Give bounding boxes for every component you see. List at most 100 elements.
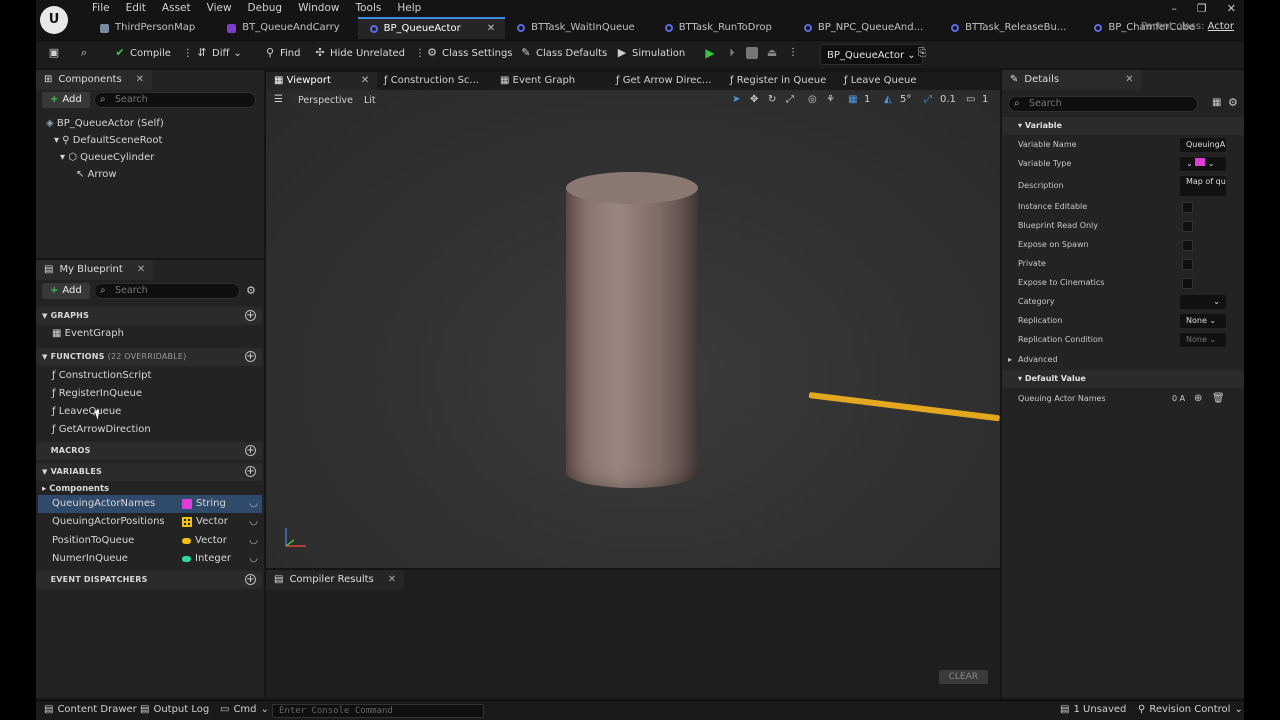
close-icon[interactable]: ✕: [388, 570, 396, 590]
play-button[interactable]: ▶: [704, 47, 716, 59]
tab-register-in-queue[interactable]: ƒ Register in Queue: [722, 72, 834, 90]
tab-leave-queue[interactable]: ƒ Leave Queue: [836, 72, 925, 90]
functions-section-header[interactable]: ▼ FUNCTIONS (22 OVERRIDABLE) +: [36, 348, 262, 366]
eye-icon[interactable]: ◡: [249, 513, 258, 531]
select-mode-icon[interactable]: ➤: [732, 94, 740, 105]
close-icon[interactable]: ✕: [361, 75, 369, 86]
description-field[interactable]: Map of que: [1180, 176, 1226, 196]
blueprint-read-only-checkbox[interactable]: [1182, 221, 1193, 232]
console-command-input[interactable]: Enter Console Command: [272, 704, 484, 718]
minimize-icon[interactable]: –: [1171, 2, 1177, 15]
tab-viewport[interactable]: ▦ Viewport ✕: [266, 72, 378, 90]
tab-compiler-results[interactable]: ▤ Compiler Results ✕: [266, 570, 405, 590]
translate-icon[interactable]: ✥: [750, 94, 758, 105]
diff-button[interactable]: ⇵ Diff ⌄: [196, 47, 241, 59]
clear-button[interactable]: CLEAR: [938, 670, 988, 684]
tree-item-queuecylinder[interactable]: ▾ ⬡ QueueCylinder: [60, 152, 154, 163]
tree-item-self[interactable]: ◈ BP_QueueActor (Self): [46, 118, 164, 129]
add-member-button[interactable]: + Add: [42, 283, 90, 299]
compile-button[interactable]: ✔ Compile ⋮: [114, 47, 193, 59]
tab-get-arrow-direction[interactable]: ƒ Get Arrow Direc...: [608, 72, 719, 90]
menu-view[interactable]: View: [199, 1, 240, 15]
arrow-component-mesh[interactable]: [808, 392, 1000, 422]
variable-numerinqueue[interactable]: NumerInQueue Integer ◡: [38, 550, 262, 568]
menu-asset[interactable]: Asset: [154, 1, 199, 15]
components-category[interactable]: ▸ Components: [42, 484, 109, 494]
doc-tab-thirdpersonmap[interactable]: ThirdPersonMap: [88, 17, 205, 39]
variable-positiontoqueue[interactable]: PositionToQueue Vector ◡: [38, 532, 262, 550]
menu-debug[interactable]: Debug: [240, 1, 291, 15]
camera-speed-icon[interactable]: ▭: [966, 94, 975, 105]
variables-section-header[interactable]: ▼ VARIABLES +: [36, 463, 262, 481]
rotate-icon[interactable]: ↻: [768, 94, 776, 105]
rotation-snap-icon[interactable]: ◭: [884, 94, 892, 105]
gear-icon[interactable]: ⚙: [246, 284, 256, 297]
save-button[interactable]: ▣: [48, 47, 60, 59]
list-item-leavequeue[interactable]: ƒ LeaveQueue: [52, 406, 121, 417]
maximize-icon[interactable]: ❐: [1197, 2, 1207, 15]
play-options-button[interactable]: ⋮: [788, 47, 798, 58]
more-options-icon[interactable]: ⋮: [183, 48, 193, 59]
doc-tab-bt-queueandcarry[interactable]: BT_QueueAndCarry: [215, 17, 349, 39]
unsaved-button[interactable]: ▤ 1 Unsaved: [1060, 704, 1126, 715]
advance-frame-button[interactable]: ⏵: [726, 47, 738, 59]
queue-cylinder-mesh[interactable]: [566, 172, 698, 488]
stop-button[interactable]: [746, 47, 758, 59]
close-icon[interactable]: ✕: [1227, 2, 1236, 15]
eye-icon[interactable]: ◡: [249, 550, 258, 568]
add-function-icon[interactable]: +: [245, 351, 256, 362]
macros-section-header[interactable]: ▼MACROS+: [36, 442, 262, 460]
rotation-snap-value[interactable]: 5°: [900, 94, 911, 105]
tree-item-arrow[interactable]: ↖ Arrow: [76, 169, 117, 180]
list-item-eventgraph[interactable]: ▦ EventGraph: [52, 328, 124, 339]
scale-icon[interactable]: ⤢: [786, 94, 794, 105]
cmd-dropdown[interactable]: ▭ Cmd ⌄: [220, 704, 269, 715]
doc-tab-bttask-waitinqueue[interactable]: BTTask_WaitInQueue: [505, 17, 645, 39]
list-item-registerinqueue[interactable]: ƒ RegisterInQueue: [52, 388, 142, 399]
graphs-section-header[interactable]: ▼ GRAPHS +: [36, 307, 262, 325]
tab-details[interactable]: ✎ Details ✕: [1002, 70, 1142, 90]
eye-icon[interactable]: ◡: [249, 495, 258, 513]
details-search-input[interactable]: ⌕ Search: [1008, 96, 1198, 112]
variable-queuingactorpositions[interactable]: QueuingActorPositions Vector ◡: [38, 513, 262, 531]
menu-tools[interactable]: Tools: [347, 1, 389, 15]
debug-object-dropdown[interactable]: BP_QueueActor ⌄: [820, 44, 923, 65]
scale-snap-icon[interactable]: ⤢: [924, 94, 932, 105]
grid-snap-icon[interactable]: ▦: [848, 94, 857, 105]
unreal-logo-icon[interactable]: U: [40, 6, 68, 34]
menu-edit[interactable]: Edit: [118, 1, 154, 15]
doc-tab-bp-queueactor[interactable]: BP_QueueActor ✕: [357, 17, 506, 39]
table-view-icon[interactable]: ▦: [1212, 97, 1221, 108]
add-event-dispatcher-icon[interactable]: +: [245, 574, 256, 585]
hide-unrelated-button[interactable]: ✣ Hide Unrelated ⋮: [314, 47, 425, 59]
output-log-button[interactable]: ▤ Output Log: [140, 704, 209, 715]
class-settings-button[interactable]: ⚙ Class Settings: [426, 47, 512, 59]
more-options-icon[interactable]: ⋮: [415, 48, 425, 59]
my-blueprint-search-input[interactable]: ⌕ Search: [94, 283, 240, 299]
variable-name-field[interactable]: QueuingA: [1180, 138, 1226, 152]
list-item-constructionscript[interactable]: ƒ ConstructionScript: [52, 370, 151, 381]
viewport-3d[interactable]: ☰ Perspective Lit ➤ ✥ ↻ ⤢ ◎ ⚘ ▦ 1 ◭ 5° ⤢…: [266, 90, 1000, 568]
variable-section-header[interactable]: ▾ Variable: [1002, 117, 1244, 135]
replication-dropdown[interactable]: None ⌄: [1180, 314, 1226, 328]
variable-type-dropdown[interactable]: ⌄ ⌄: [1180, 157, 1226, 171]
instance-editable-checkbox[interactable]: [1182, 202, 1193, 213]
category-dropdown[interactable]: ⌄: [1180, 295, 1226, 309]
close-icon[interactable]: ✕: [1125, 70, 1133, 90]
add-element-icon[interactable]: ⊕: [1194, 390, 1202, 408]
world-space-icon[interactable]: ◎: [808, 94, 817, 105]
doc-tab-bttask-releasebu[interactable]: BTTask_ReleaseBu...: [939, 17, 1076, 39]
close-icon[interactable]: ✕: [136, 70, 144, 90]
tree-item-defaultsceneroot[interactable]: ▾ ⚲ DefaultSceneRoot: [54, 135, 162, 146]
trash-icon[interactable]: 🗑: [1212, 390, 1225, 408]
parent-class-link[interactable]: Actor: [1208, 21, 1234, 32]
simulation-button[interactable]: ▶ Simulation: [616, 47, 686, 59]
gear-icon[interactable]: ⚙: [1228, 96, 1238, 109]
eye-icon[interactable]: ◡: [249, 532, 258, 550]
advanced-row[interactable]: ▸ Advanced: [1008, 351, 1238, 369]
default-value-section-header[interactable]: ▾ Default Value: [1002, 370, 1244, 388]
hamburger-menu-icon[interactable]: ☰: [274, 94, 283, 105]
replication-condition-dropdown[interactable]: None ⌄: [1180, 333, 1226, 347]
doc-tab-bp-npc-queueand[interactable]: BP_NPC_QueueAnd...: [792, 17, 933, 39]
doc-tab-bttask-runtodrop[interactable]: BTTask_RunToDrop: [653, 17, 782, 39]
